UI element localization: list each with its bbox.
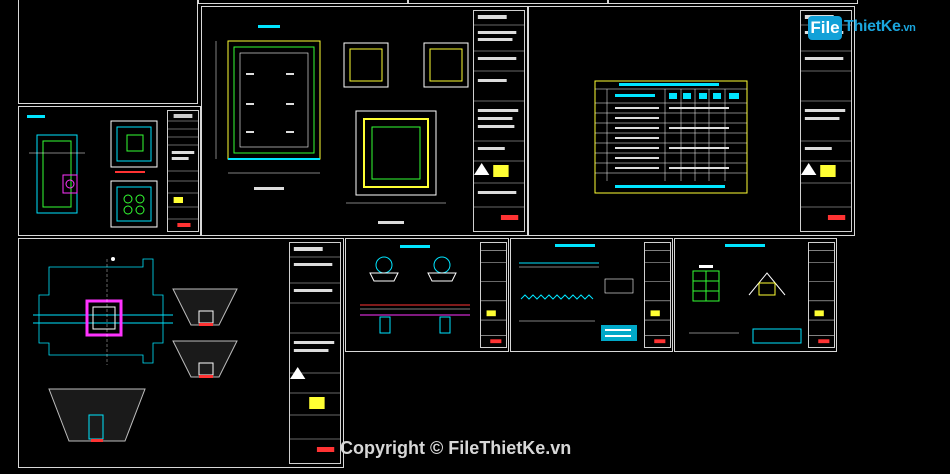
manhole-drawing	[23, 113, 165, 233]
sheet-pipe-sections[interactable]	[345, 238, 509, 352]
sheet-table[interactable]	[528, 6, 855, 236]
pipe-section-drawing	[350, 243, 478, 349]
title-block	[480, 242, 507, 348]
filethietke-logo: File ThietKe.vn	[808, 12, 924, 44]
profile-drawing	[515, 243, 641, 349]
logo-name: ThietKe	[844, 18, 901, 35]
sheet-top-strip	[18, 0, 198, 104]
site-plan-drawing	[23, 245, 287, 463]
detail-drawing	[679, 243, 805, 349]
logo-text: ThietKe.vn	[844, 18, 916, 36]
title-block	[808, 242, 835, 348]
copyright-watermark: Copyright © FileThietKe.vn	[340, 438, 572, 458]
plan-drawing	[206, 13, 472, 231]
sheet-top-strip-3	[408, 0, 608, 4]
sheet-site-plan[interactable]	[18, 238, 344, 468]
title-block	[289, 242, 341, 464]
logo-box-text: File	[808, 16, 842, 40]
sheet-top-strip-2	[198, 0, 408, 4]
sheet-manhole-small[interactable]	[18, 106, 201, 236]
title-block	[167, 110, 199, 232]
sheet-details[interactable]	[674, 238, 837, 352]
title-block	[644, 242, 671, 348]
title-block	[473, 10, 525, 232]
schedule-table	[594, 80, 748, 194]
sheet-plan-sections[interactable]	[201, 6, 528, 236]
sheet-top-strip-4	[608, 0, 858, 4]
sheet-long-profile[interactable]	[510, 238, 673, 352]
logo-extension: .vn	[900, 22, 916, 34]
